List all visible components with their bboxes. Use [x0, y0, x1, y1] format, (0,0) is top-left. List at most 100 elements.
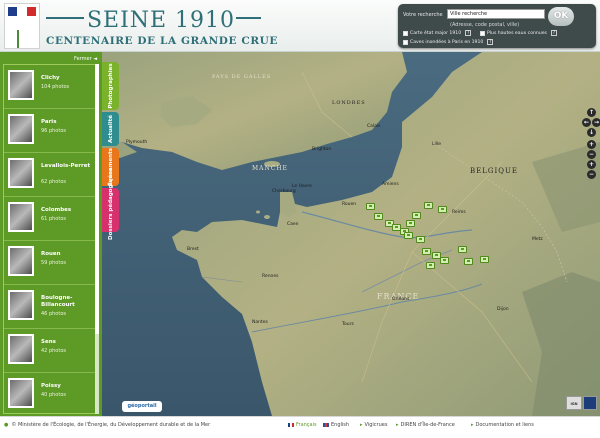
list-item[interactable]: Rouen 59 photos	[4, 241, 96, 285]
map-terrain	[102, 52, 600, 416]
arrow-icon: ▸	[471, 422, 474, 428]
photo-marker[interactable]	[416, 236, 425, 243]
search-label: Votre recherche	[403, 12, 443, 18]
map[interactable]: MANCHE FRANCE BELGIQUE PAYS DE GALLES LO…	[102, 52, 600, 416]
footer-link-label: Vigicrues	[364, 422, 388, 428]
zoom-out-button[interactable]: −	[587, 150, 596, 159]
photo-list: Clichy 104 photos Paris 96 photos Levall…	[3, 64, 97, 414]
item-count: 104 photos	[41, 84, 70, 90]
photo-marker[interactable]	[412, 212, 421, 219]
photo-thumbnail[interactable]	[8, 114, 34, 144]
photo-marker[interactable]	[438, 206, 447, 213]
help-icon[interactable]: ?	[465, 30, 472, 36]
copyright-text: © Ministère de l'Écologie, de l'Énergie,…	[11, 422, 211, 428]
city-label: Reims	[452, 210, 466, 215]
help-icon[interactable]: ?	[487, 39, 494, 45]
minimap-icon[interactable]	[583, 396, 597, 410]
list-item[interactable]: Sens 42 photos	[4, 329, 96, 373]
checkbox[interactable]	[480, 30, 485, 36]
city-label: Nantes	[252, 320, 268, 325]
pan-right-button[interactable]: →	[592, 118, 600, 127]
checkbox[interactable]	[403, 30, 408, 36]
logo-bar	[17, 30, 19, 48]
city-label: Caen	[287, 222, 299, 227]
city-label: Orléans	[392, 297, 410, 302]
item-title: Boulogne-Billancourt	[41, 295, 75, 308]
footer-link-vigicrues[interactable]: ▸ Vigicrues	[360, 422, 387, 428]
photo-marker[interactable]	[426, 262, 435, 269]
item-count: 59 photos	[41, 260, 66, 266]
help-icon[interactable]: ?	[550, 30, 557, 36]
city-label: Rennes	[262, 274, 279, 279]
photo-marker[interactable]	[424, 202, 433, 209]
ign-logo[interactable]: IGN	[566, 396, 582, 410]
search-ok-button[interactable]: OK	[548, 7, 574, 26]
brand-title: SEINE 1910	[86, 8, 236, 33]
swirl-left-icon	[46, 17, 84, 19]
map-label-pays-de-galles: PAYS DE GALLES	[212, 74, 272, 80]
footer-link-label: DIREN d'Île-de-France	[400, 422, 455, 428]
photo-thumbnail[interactable]	[8, 158, 34, 188]
tab-dossiers-pedagogiques[interactable]: Dossiers pédagogiques	[102, 168, 119, 240]
map-label-manche: MANCHE	[252, 165, 288, 172]
photo-thumbnail[interactable]	[8, 202, 34, 232]
brand[interactable]: SEINE 1910 CENTENAIRE DE LA GRANDE CRUE	[46, 8, 277, 48]
zoom-in-button[interactable]: +	[587, 160, 596, 169]
photo-thumbnail[interactable]	[8, 246, 34, 276]
lang-fr-link[interactable]: Français	[288, 422, 317, 428]
item-title: Colombes	[41, 207, 72, 213]
item-title: Rouen	[41, 251, 61, 257]
app-window: SEINE 1910 CENTENAIRE DE LA GRANDE CRUE …	[0, 0, 600, 438]
pan-down-button[interactable]: ↓	[587, 128, 596, 137]
photo-marker[interactable]	[458, 246, 467, 253]
checkbox[interactable]	[403, 39, 408, 45]
city-label: Cherbourg	[272, 189, 296, 194]
photo-thumbnail[interactable]	[8, 334, 34, 364]
sidebar-scrollbar[interactable]	[95, 64, 99, 414]
search-input[interactable]	[447, 9, 545, 19]
list-item[interactable]: Colombes 61 photos	[4, 197, 96, 241]
list-item[interactable]: Boulogne-Billancourt 46 photos	[4, 285, 96, 329]
photo-marker[interactable]	[440, 257, 449, 264]
zoom-in-button[interactable]: +	[587, 140, 596, 149]
lang-en-label: English	[331, 422, 350, 428]
list-item[interactable]: Paris 96 photos	[4, 109, 96, 153]
photo-marker[interactable]	[406, 220, 415, 227]
footer-link-documentation[interactable]: ▸ Documentation et liens	[471, 422, 534, 428]
pan-up-button[interactable]: ↑	[587, 108, 596, 117]
item-title: Clichy	[41, 75, 60, 81]
list-item[interactable]: Clichy 104 photos	[4, 65, 96, 109]
list-item[interactable]: Poissy 40 photos	[4, 373, 96, 413]
geoportail-logo[interactable]: géoportail	[122, 401, 162, 412]
ministry-logo[interactable]	[4, 3, 40, 49]
option-label: Plus hautes eaux connues	[487, 30, 547, 36]
photo-marker[interactable]	[422, 248, 431, 255]
zoom-out-button[interactable]: −	[587, 170, 596, 179]
photo-marker[interactable]	[480, 256, 489, 263]
photo-marker[interactable]	[366, 203, 375, 210]
photo-marker[interactable]	[374, 213, 383, 220]
arrow-icon: ▸	[396, 422, 399, 428]
pan-left-button[interactable]: ←	[582, 118, 591, 127]
lang-en-link[interactable]: English	[323, 422, 349, 428]
french-flag-icon	[288, 423, 294, 427]
city-label: Calais	[367, 124, 381, 129]
close-sidebar-link[interactable]: Fermer ◄	[74, 56, 97, 62]
photo-thumbnail[interactable]	[8, 378, 34, 408]
city-label: Rouen	[342, 202, 357, 207]
list-item[interactable]: Levallois-Perret 62 photos	[4, 153, 96, 197]
scrollbar-thumb[interactable]	[95, 64, 99, 334]
option-plus-hautes-eaux[interactable]: Plus hautes eaux connues ?	[480, 30, 557, 36]
option-etat-major[interactable]: Carte état major 1910 ?	[403, 30, 472, 36]
photo-marker[interactable]	[404, 232, 413, 239]
item-count: 40 photos	[41, 392, 66, 398]
item-count: 42 photos	[41, 348, 66, 354]
footer-link-diren[interactable]: ▸ DIREN d'Île-de-France	[396, 422, 455, 428]
photo-thumbnail[interactable]	[8, 70, 34, 100]
item-count: 61 photos	[41, 216, 66, 222]
option-caves-inondees[interactable]: Caves inondées à Paris en 1910 ?	[403, 39, 494, 45]
photo-marker[interactable]	[464, 258, 473, 265]
photo-thumbnail[interactable]	[8, 290, 34, 320]
search-panel: Votre recherche (Adresse, code postal, v…	[398, 4, 596, 48]
item-count: 96 photos	[41, 128, 66, 134]
